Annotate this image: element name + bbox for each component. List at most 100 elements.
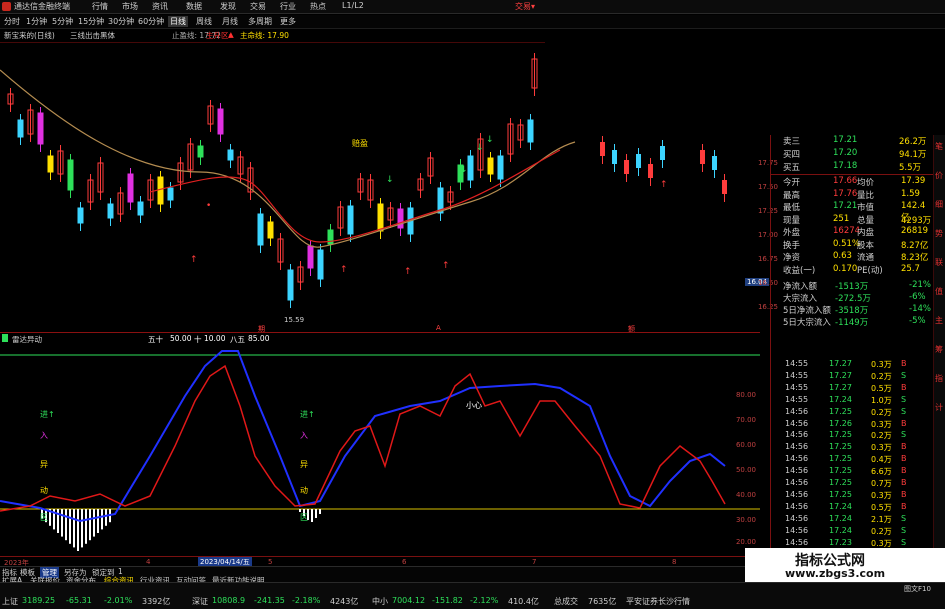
tick-row: 14:56 17.25 0.3万 B [771,442,933,454]
title-bar: 通达信金融终端 行情 市场 资讯 数据 发现 交易 行业 热点 L1/L2 交易… [0,0,945,14]
tick-row: 14:56 17.25 6.6万 B [771,466,933,478]
edge-tab[interactable]: 指 [935,373,943,384]
tick-time: 14:55 [785,394,809,404]
orderbook-label: 卖三 [783,137,801,147]
tick-time: 14:55 [785,370,809,380]
tick-time: 14:56 [785,478,809,487]
stat-label: 今开 [783,178,801,188]
candle [127,173,134,203]
tick-price: 17.25 [829,406,852,416]
time-label: 7 [532,558,537,566]
edge-tab[interactable]: 值 [935,286,943,297]
edge-tab[interactable]: 价 [935,170,943,181]
period-daily[interactable]: 日线 [168,16,188,27]
menu-shichang[interactable]: 市场 [122,1,138,12]
broker-name[interactable]: 平安证券长沙行情 [626,596,690,607]
y-tick: 60.00 [735,441,756,449]
edge-tab[interactable]: 势 [935,228,943,239]
period-15min[interactable]: 15分钟 [78,16,104,27]
period-multi[interactable]: 多周期 [248,16,272,27]
signal-arrow-icon: ↑ [442,261,450,271]
param-value: 50.00 [170,334,192,343]
app-title: 通达信金融终端 [14,2,70,11]
low-price-label: 15.59 [284,316,305,324]
period-5min[interactable]: 5分钟 [52,16,73,27]
period-1min[interactable]: 1分钟 [26,16,47,27]
edge-tab[interactable]: 笔 [935,141,943,152]
menu-jiaoyi[interactable]: 交易 [250,1,266,12]
tick-volume: 0.3万 [871,490,892,500]
signal-label: 进↑ [300,410,315,419]
tick-row: 14:56 17.24 0.2万 S [771,526,933,538]
radar-indicator-chart[interactable] [0,346,760,554]
period-monthly[interactable]: 月线 [222,16,238,27]
param-label: 五十 [148,335,163,344]
param-value: 10.00 [204,334,226,343]
period-weekly[interactable]: 周线 [196,16,212,27]
edge-tab[interactable]: 细 [935,199,943,210]
edge-tab[interactable]: 主 [935,315,943,326]
kline-chart[interactable]: ↑•↑ ↑↑↓↓↓↓↑ [0,42,760,332]
menu-hangqing[interactable]: 行情 [92,1,108,12]
index-name[interactable]: 深证 [192,596,208,607]
stat-label: 总量 [857,215,875,226]
period-60min[interactable]: 60分钟 [138,16,164,27]
stat-value: 16274 [833,226,861,236]
signal-arrow-icon: ↓ [486,135,494,145]
stat-value: 0.63 [833,251,852,261]
index-name[interactable]: 上证 [2,596,18,607]
stat-value: 25.7 [901,263,920,274]
sub-indicator-name[interactable]: 雷达异动 [12,334,42,345]
period-30min[interactable]: 30分钟 [108,16,134,27]
stat-row: 最高 17.76 量比 1.59 [771,189,933,201]
stat-row: 今开 17.66 均价 17.39 [771,176,933,188]
stat-label: 最低 [783,203,801,213]
stat-label: 收益(一) [783,265,816,276]
candle [636,154,641,168]
flow-value: -3518万 [835,306,869,316]
candle [167,187,174,201]
candle [527,119,534,143]
tick-price: 17.27 [829,382,852,392]
flow-pct: -14% [909,304,931,314]
tick-side: S [901,513,907,523]
tick-price: 17.25 [829,454,852,464]
edge-tab[interactable]: 联 [935,257,943,268]
candle [660,146,665,160]
candle [347,205,354,235]
tick-row: 14:56 17.25 0.2万 S [771,430,933,442]
tick-volume: 0.3万 [871,443,892,453]
f10-link[interactable]: 图文F10 [904,584,931,594]
time-axis: 2023年 4 2023/04/14/五 5 6 7 8 [0,556,760,567]
tick-volume: 0.2万 [871,526,892,536]
index-name[interactable]: 中小 [372,596,388,607]
main-indicator-name[interactable]: 三线出击黑体 [70,30,115,41]
stat-value: 17.66 [833,176,858,186]
period-more[interactable]: 更多 [280,16,296,27]
tick-time: 14:55 [785,382,809,392]
period-fenshi[interactable]: 分时 [4,16,20,27]
trade-button[interactable]: 交易▾ [515,1,535,12]
tick-price: 17.24 [829,513,852,523]
menu-faxian[interactable]: 发现 [220,1,236,12]
signal-label: 入 [300,431,308,440]
stat-label: 内盘 [857,228,875,238]
tick-price: 17.26 [829,418,852,428]
orderbook-label: 买四 [783,150,801,160]
tick-side: S [901,394,907,404]
candle [217,108,224,135]
candle [624,160,629,174]
menu-hangye[interactable]: 行业 [280,1,296,12]
tick-volume: 0.2万 [871,431,892,441]
index-pct: -2.12% [470,596,499,605]
edge-tab[interactable]: 计 [935,402,943,413]
right-edge-tabs: 笔价细势联值主筹指计 [933,135,945,582]
menu-redian[interactable]: 热点 [310,1,326,12]
menu-level2[interactable]: L1/L2 [342,1,364,10]
edge-tab[interactable]: 筹 [935,344,943,355]
tick-side: B [901,478,907,487]
candle [712,156,717,170]
stat-value: 0.170 [833,263,858,274]
menu-shuju[interactable]: 数据 [186,1,202,12]
menu-zixun[interactable]: 资讯 [152,1,168,12]
